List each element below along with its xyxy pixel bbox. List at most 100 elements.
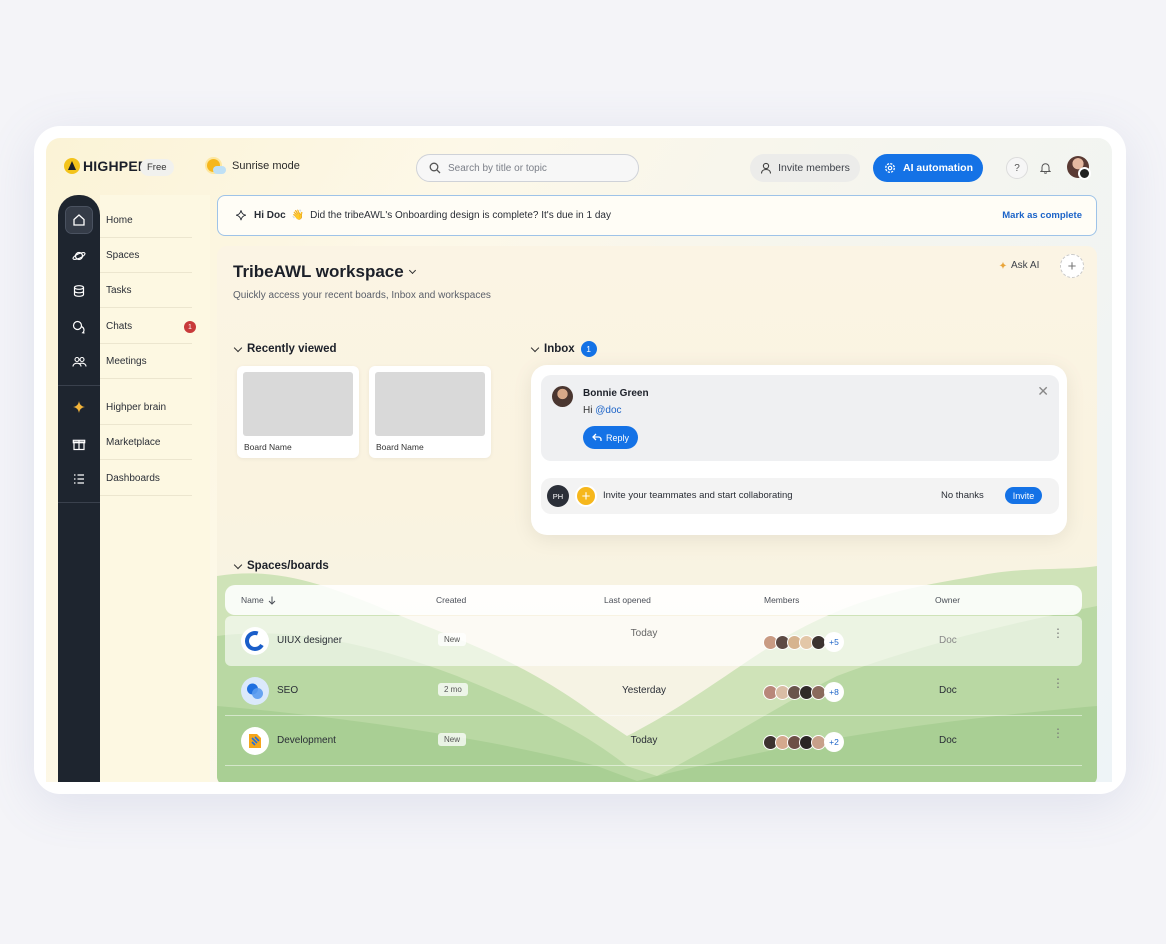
sidebar-item-tasks[interactable]: Tasks bbox=[100, 273, 192, 308]
search-icon bbox=[429, 162, 441, 174]
sidebar-item-marketplace[interactable]: Marketplace bbox=[100, 425, 192, 460]
reply-button[interactable]: Reply bbox=[583, 426, 638, 449]
user-avatar[interactable] bbox=[1067, 156, 1091, 180]
page-title: TribeAWL workspace bbox=[233, 262, 404, 281]
board-card[interactable]: Board Name bbox=[369, 366, 491, 458]
banner-message: Did the tribeAWL's Onboarding design is … bbox=[310, 210, 611, 221]
more-members-count: +8 bbox=[824, 682, 844, 702]
chevron-down-icon bbox=[408, 266, 416, 275]
invite-button[interactable]: Invite bbox=[1005, 487, 1042, 504]
table-row[interactable]: UIUX designer New Today +5 Doc ⋮ bbox=[225, 616, 1082, 666]
no-thanks-button[interactable]: No thanks bbox=[941, 490, 984, 501]
rail-divider bbox=[58, 385, 100, 386]
notifications-button[interactable] bbox=[1034, 157, 1056, 179]
invite-members-button[interactable]: Invite members bbox=[750, 154, 860, 182]
owner-name: Doc bbox=[939, 685, 957, 696]
database-icon[interactable] bbox=[66, 278, 92, 304]
rail-divider bbox=[58, 502, 100, 503]
plan-badge: Free bbox=[140, 159, 174, 176]
workspace-switcher[interactable]: TribeAWL workspace bbox=[233, 262, 416, 282]
table-row[interactable]: Development New Today +2 Doc ⋮ bbox=[225, 716, 1082, 766]
home-icon[interactable] bbox=[65, 206, 93, 234]
board-name: Board Name bbox=[244, 442, 292, 452]
spaces-boards-header[interactable]: Spaces/boards bbox=[233, 560, 329, 572]
board-card[interactable]: Board Name bbox=[237, 366, 359, 458]
column-members[interactable]: Members bbox=[764, 595, 799, 605]
column-last-opened[interactable]: Last opened bbox=[604, 595, 651, 605]
sparkle-icon bbox=[999, 261, 1007, 269]
recently-viewed-header[interactable]: Recently viewed bbox=[233, 343, 337, 355]
icon-rail bbox=[58, 195, 100, 782]
created-badge: New bbox=[438, 733, 467, 746]
chat-icon[interactable] bbox=[66, 314, 92, 340]
column-name[interactable]: Name bbox=[241, 595, 276, 605]
mode-label: Sunrise mode bbox=[232, 160, 300, 172]
logo-icon bbox=[64, 158, 80, 174]
reminder-banner: Hi Doc 👋 Did the tribeAWL's Onboarding d… bbox=[217, 195, 1097, 236]
column-owner[interactable]: Owner bbox=[935, 595, 960, 605]
board-name: Board Name bbox=[376, 442, 424, 452]
sidebar-item-chats[interactable]: Chats 1 bbox=[100, 309, 196, 344]
sidebar-item-label: Dashboards bbox=[106, 472, 160, 484]
sidebar-item-highper-brain[interactable]: Highper brain bbox=[100, 390, 192, 425]
help-button[interactable]: ? bbox=[1006, 157, 1028, 179]
sidebar-item-home[interactable]: Home bbox=[100, 203, 192, 238]
add-icon[interactable]: + bbox=[575, 485, 597, 507]
board-thumbnail bbox=[375, 372, 485, 436]
close-icon[interactable]: ✕ bbox=[1037, 383, 1049, 400]
sidebar-item-spaces[interactable]: Spaces bbox=[100, 238, 192, 273]
workspace-panel: TribeAWL workspace Quickly access your r… bbox=[217, 246, 1097, 782]
sunrise-mode-toggle[interactable]: Sunrise mode bbox=[206, 157, 300, 175]
app-name: HIGHPER bbox=[83, 158, 149, 174]
board-logo-icon bbox=[241, 677, 269, 705]
planet-icon[interactable] bbox=[66, 243, 92, 269]
ask-ai-button[interactable]: Ask AI bbox=[998, 260, 1039, 271]
gift-icon[interactable] bbox=[66, 431, 92, 457]
owner-name: Doc bbox=[939, 635, 957, 646]
sidebar-item-meetings[interactable]: Meetings bbox=[100, 344, 192, 379]
board-name: Development bbox=[277, 735, 336, 746]
sort-down-icon bbox=[268, 596, 276, 605]
more-options-icon[interactable]: ⋮ bbox=[1052, 727, 1064, 739]
list-icon[interactable] bbox=[66, 466, 92, 492]
section-title: Recently viewed bbox=[247, 343, 337, 355]
ai-automation-label: AI automation bbox=[903, 162, 973, 174]
sparkle-outline-icon bbox=[236, 209, 246, 220]
row-divider bbox=[225, 765, 1082, 766]
more-options-icon[interactable]: ⋮ bbox=[1052, 627, 1064, 639]
member-avatars[interactable]: +5 bbox=[763, 632, 844, 652]
inbox-message[interactable]: Bonnie Green Hi @doc Reply ✕ bbox=[541, 375, 1059, 461]
wave-emoji: 👋 bbox=[291, 210, 305, 221]
top-bar: HIGHPER Free Sunrise mode Search by titl… bbox=[46, 138, 1112, 194]
ai-gear-icon bbox=[885, 163, 895, 173]
mention-link[interactable]: @doc bbox=[595, 405, 621, 416]
inbox-header[interactable]: Inbox 1 bbox=[530, 341, 597, 357]
sidebar-item-label: Marketplace bbox=[106, 436, 161, 448]
sidebar-item-dashboards[interactable]: Dashboards bbox=[100, 461, 192, 496]
member-avatars[interactable]: +2 bbox=[763, 732, 844, 752]
message-sender: Bonnie Green bbox=[583, 388, 649, 399]
last-opened: Today bbox=[630, 628, 658, 639]
sidebar-item-label: Meetings bbox=[106, 355, 147, 367]
column-created[interactable]: Created bbox=[436, 595, 466, 605]
board-logo-icon bbox=[241, 627, 269, 655]
ai-automation-button[interactable]: AI automation bbox=[873, 154, 983, 182]
invite-teammates-row: PH + Invite your teammates and start col… bbox=[541, 478, 1059, 514]
people-icon[interactable] bbox=[66, 349, 92, 375]
inbox-card: Bonnie Green Hi @doc Reply ✕ PH + Invite… bbox=[531, 365, 1067, 535]
search-input[interactable]: Search by title or topic bbox=[416, 154, 639, 182]
board-name: UIUX designer bbox=[277, 635, 343, 646]
avatar bbox=[552, 386, 573, 407]
app-logo[interactable]: HIGHPER bbox=[64, 158, 148, 174]
mark-as-complete-link[interactable]: Mark as complete bbox=[1002, 210, 1082, 221]
table-row[interactable]: SEO 2 mo Yesterday +8 Doc ⋮ bbox=[225, 666, 1082, 716]
add-widget-button[interactable]: + bbox=[1060, 254, 1084, 278]
board-name: SEO bbox=[277, 685, 299, 696]
message-greeting: Hi bbox=[583, 405, 593, 416]
more-options-icon[interactable]: ⋮ bbox=[1052, 677, 1064, 689]
sparkle-icon[interactable] bbox=[66, 395, 92, 421]
last-opened: Today bbox=[630, 735, 658, 746]
member-avatars[interactable]: +8 bbox=[763, 682, 844, 702]
created-badge: New bbox=[438, 633, 467, 646]
sidebar-item-label: Chats bbox=[106, 320, 133, 332]
